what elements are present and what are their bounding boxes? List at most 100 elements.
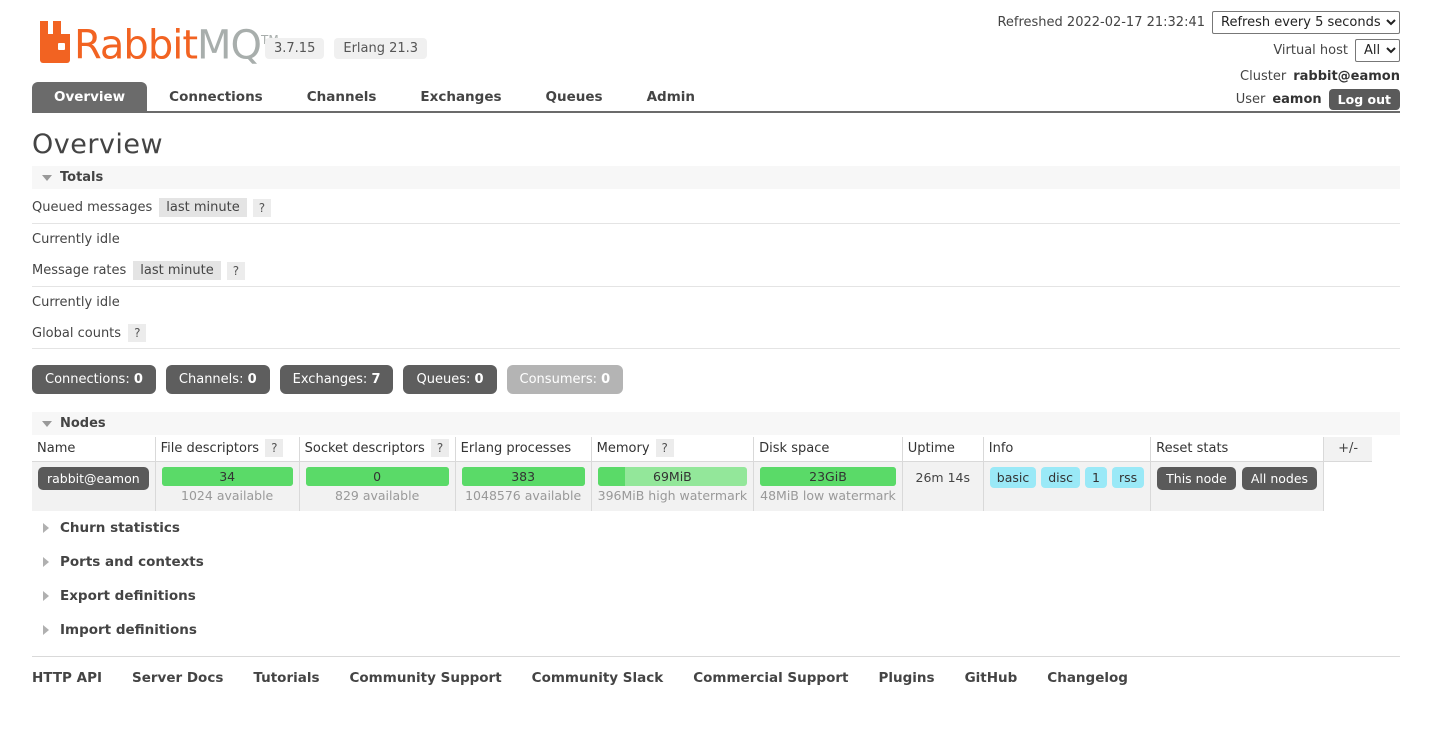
footer-link-server-docs[interactable]: Server Docs xyxy=(132,670,223,686)
tab-overview[interactable]: Overview xyxy=(32,82,148,111)
count-value-queues: 0 xyxy=(474,372,484,387)
col-header-socket-descriptors[interactable]: Socket descriptors? xyxy=(299,437,456,462)
col-header-file-descriptors[interactable]: File descriptors? xyxy=(155,437,300,462)
footer-link-github[interactable]: GitHub xyxy=(965,670,1018,686)
erlang-processes-bar: 383 xyxy=(461,467,585,486)
count-value-exchanges: 7 xyxy=(371,372,381,387)
cell-spacer xyxy=(1323,461,1373,511)
count-label-consumers: Consumers xyxy=(519,372,593,387)
tab-connections[interactable]: Connections xyxy=(147,82,285,111)
totals-section-header[interactable]: Totals xyxy=(32,166,1400,189)
refreshed-timestamp: Refreshed 2022-02-17 21:32:41 xyxy=(997,14,1205,30)
count-label-connections: Connections xyxy=(45,372,126,387)
count-value-connections: 0 xyxy=(133,372,143,387)
count-button-consumers: Consumers: 0 xyxy=(506,365,624,394)
totals-section-label: Totals xyxy=(60,170,104,185)
col-header-memory[interactable]: Memory? xyxy=(591,437,755,462)
page-header: RabbitMQTM 3.7.15 Erlang 21.3 Refreshed … xyxy=(0,0,1432,110)
node-name-badge[interactable]: rabbit@eamon xyxy=(38,467,149,490)
cell-uptime: 26m 14s xyxy=(902,461,984,511)
queued-messages-status: Currently idle xyxy=(32,232,120,247)
rabbit-eye-icon xyxy=(58,43,65,51)
cell-info: basic disc 1 rss xyxy=(983,461,1152,511)
reset-this-node-button[interactable]: This node xyxy=(1157,467,1236,490)
tab-channels[interactable]: Channels xyxy=(285,82,399,111)
col-header-disk-space[interactable]: Disk space xyxy=(753,437,903,462)
info-badge-list: basic disc 1 rss xyxy=(989,467,1145,488)
col-header-uptime[interactable]: Uptime xyxy=(902,437,984,462)
vhost-select[interactable]: All xyxy=(1355,38,1400,62)
info-badge-disc[interactable]: disc xyxy=(1041,467,1081,488)
nodes-section-label: Nodes xyxy=(60,416,106,431)
col-label-file-descriptors: File descriptors xyxy=(160,441,260,456)
section-export-definitions[interactable]: Export definitions xyxy=(32,579,1400,613)
nav-tab-list: Overview Connections Channels Exchanges … xyxy=(32,82,1400,111)
tab-exchanges[interactable]: Exchanges xyxy=(398,82,523,111)
count-button-channels[interactable]: Channels: 0 xyxy=(165,365,270,394)
tab-queues[interactable]: Queues xyxy=(524,82,625,111)
file-descriptors-help-icon[interactable]: ? xyxy=(265,439,284,457)
col-header-erlang-processes[interactable]: Erlang processes xyxy=(455,437,592,462)
footer-link-changelog[interactable]: Changelog xyxy=(1047,670,1128,686)
erlang-processes-sub: 1048576 available xyxy=(465,488,582,503)
queued-messages-help-icon[interactable]: ? xyxy=(252,198,272,217)
footer-link-commercial-support[interactable]: Commercial Support xyxy=(693,670,848,686)
cell-erlang-processes: 383 1048576 available xyxy=(455,461,592,511)
section-import-definitions[interactable]: Import definitions xyxy=(32,613,1400,647)
footer-link-tutorials[interactable]: Tutorials xyxy=(253,670,319,686)
section-ports-and-contexts[interactable]: Ports and contexts xyxy=(32,545,1400,579)
count-button-exchanges[interactable]: Exchanges: 7 xyxy=(279,365,394,394)
tab-admin[interactable]: Admin xyxy=(625,82,717,111)
queued-messages-period-chip[interactable]: last minute xyxy=(159,198,247,217)
info-badge-count[interactable]: 1 xyxy=(1085,467,1107,488)
cell-memory: 69MiB 396MiB high watermark xyxy=(591,461,755,511)
main-content: Overview Totals Queued messages last min… xyxy=(32,129,1400,647)
queued-messages-label: Queued messages xyxy=(32,200,153,215)
global-counts-row: Global counts ? xyxy=(32,317,1400,349)
uptime-value: 26m 14s xyxy=(915,470,971,485)
footer-link-http-api[interactable]: HTTP API xyxy=(32,670,102,686)
rabbitmq-logo[interactable]: RabbitMQTM xyxy=(40,18,279,65)
count-button-queues[interactable]: Queues: 0 xyxy=(403,365,497,394)
global-counts-label: Global counts xyxy=(32,325,122,341)
memory-help-icon[interactable]: ? xyxy=(655,439,674,457)
count-label-exchanges: Exchanges xyxy=(292,372,363,387)
vhost-row: Virtual host All xyxy=(997,38,1400,62)
cell-reset-stats: This node All nodes xyxy=(1150,461,1325,511)
count-label-queues: Queues xyxy=(416,372,466,387)
footer-link-plugins[interactable]: Plugins xyxy=(878,670,934,686)
table-row: rabbit@eamon 34 1024 available 0 829 ava… xyxy=(32,461,1373,511)
chevron-right-icon xyxy=(43,523,49,533)
logo-word-mq: MQ xyxy=(197,22,262,69)
footer-link-community-slack[interactable]: Community Slack xyxy=(532,670,664,686)
disk-space-value: 23GiB xyxy=(809,469,847,484)
count-button-connections[interactable]: Connections: 0 xyxy=(32,365,156,394)
chevron-right-icon xyxy=(43,591,49,601)
nodes-section-header[interactable]: Nodes xyxy=(32,412,1400,435)
logo-word-rabbit: Rabbit xyxy=(74,22,198,69)
footer-link-community-support[interactable]: Community Support xyxy=(350,670,502,686)
reset-all-nodes-button[interactable]: All nodes xyxy=(1241,467,1318,490)
message-rates-label: Message rates xyxy=(32,263,127,278)
message-rates-period-chip[interactable]: last minute xyxy=(133,261,221,280)
reset-stats-buttons: This node All nodes xyxy=(1157,467,1318,490)
col-label-memory: Memory xyxy=(596,441,650,456)
section-label-export-definitions: Export definitions xyxy=(60,588,196,604)
col-header-info[interactable]: Info xyxy=(983,437,1152,462)
footer-links: HTTP API Server Docs Tutorials Community… xyxy=(32,656,1400,686)
section-churn-statistics[interactable]: Churn statistics xyxy=(32,511,1400,545)
socket-descriptors-help-icon[interactable]: ? xyxy=(430,439,450,457)
col-header-reset-stats: Reset stats xyxy=(1150,437,1325,462)
file-descriptors-bar: 34 xyxy=(161,467,293,486)
message-rates-row: Message rates last minute ? xyxy=(32,254,1400,287)
logo-wordmark: RabbitMQTM xyxy=(74,20,279,65)
info-badge-rss[interactable]: rss xyxy=(1111,467,1145,488)
socket-descriptors-value: 0 xyxy=(373,469,382,484)
message-rates-help-icon[interactable]: ? xyxy=(226,261,246,280)
global-counts-help-icon[interactable]: ? xyxy=(128,324,147,342)
info-badge-basic[interactable]: basic xyxy=(989,467,1037,488)
section-label-import-definitions: Import definitions xyxy=(60,622,197,638)
refresh-interval-select[interactable]: Refresh every 5 seconds xyxy=(1212,10,1400,34)
columns-toggle-button[interactable]: +/- xyxy=(1323,437,1373,462)
col-header-name[interactable]: Name xyxy=(32,437,156,462)
